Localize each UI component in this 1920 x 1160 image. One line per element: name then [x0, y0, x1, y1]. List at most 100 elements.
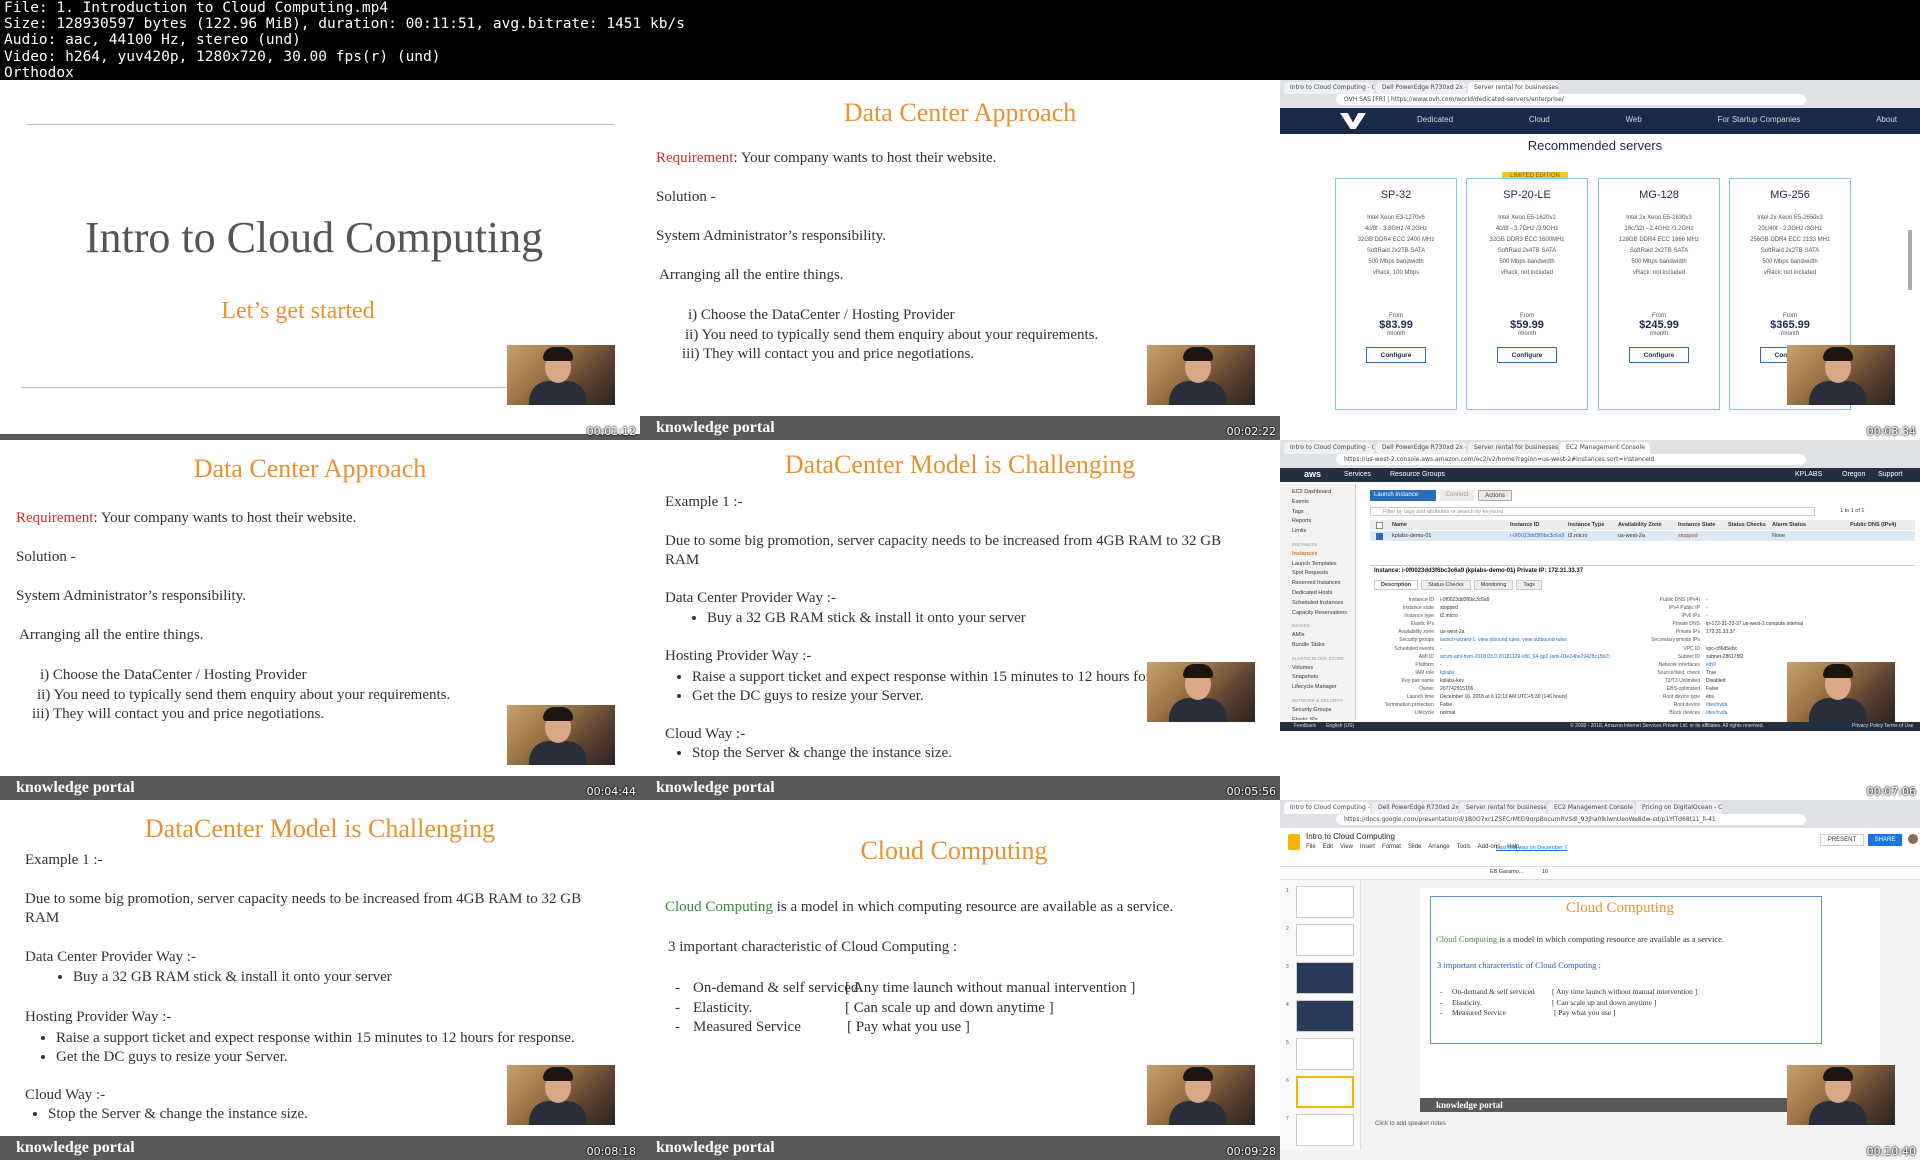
sidebar-item[interactable]: Spot Requests [1292, 569, 1355, 579]
menu-item[interactable]: Format [1382, 844, 1401, 850]
privacy-link[interactable]: Privacy Policy [1852, 722, 1883, 731]
services-menu[interactable]: Services [1344, 471, 1371, 478]
slide-thumbnail[interactable] [1296, 962, 1354, 994]
nav-startup[interactable]: For Startup Companies [1718, 115, 1801, 124]
connect-button[interactable]: Connect [1440, 490, 1474, 501]
sidebar-item[interactable]: Elastic IPs [1292, 716, 1355, 720]
slide-thumbnail[interactable] [1296, 1114, 1354, 1146]
sidebar-item[interactable]: Instances [1292, 550, 1355, 560]
configure-button[interactable]: Configure [1366, 347, 1426, 363]
column-header[interactable]: Public DNS (IPv4) [1850, 522, 1896, 528]
column-header[interactable]: Status Checks [1728, 522, 1766, 528]
sidebar-item[interactable]: Reserved Instances [1292, 579, 1355, 589]
slide-thumbnail[interactable] [1296, 1038, 1354, 1070]
slides-logo-icon[interactable] [1288, 834, 1300, 850]
browser-tab-active[interactable]: EC2 Management Console [1560, 442, 1650, 454]
browser-tab[interactable]: Dell PowerEdge R730xd 2x - 12 [1372, 802, 1458, 814]
browser-tab-active[interactable]: Server rental for businesses | O [1468, 82, 1558, 94]
avatar[interactable] [1908, 834, 1918, 844]
last-edit-link[interactable]: Last edit was on December 7 [1496, 845, 1567, 851]
field-value[interactable]: launch-wizard-1. view inbound rules. vie… [1440, 636, 1567, 644]
sidebar-item[interactable]: Capacity Reservations [1292, 609, 1355, 619]
table-row[interactable]: kplabs-demo-01 i-0f0023dd3f6bc3c6a9 t2.mic… [1370, 531, 1915, 541]
menu-item[interactable]: Edit [1323, 844, 1333, 850]
browser-tab[interactable]: Dell PowerEdge R730xd 2x - 12 [1376, 82, 1466, 94]
sidebar-item[interactable]: Lifecycle Manager [1292, 683, 1355, 693]
field-value[interactable]: /dev/xvda [1706, 709, 1727, 717]
document-title[interactable]: Intro to Cloud Computing [1306, 832, 1395, 841]
nav-about[interactable]: About [1876, 115, 1897, 124]
sidebar-item[interactable]: Tags [1292, 508, 1355, 518]
column-header[interactable]: Instance State [1678, 522, 1715, 528]
filter-input[interactable]: Filter by tags and attributes or search … [1370, 507, 1815, 516]
terms-link[interactable]: Terms of Use [1884, 722, 1913, 731]
browser-tab-active[interactable]: Intro to Cloud Computing - Goo [1284, 802, 1370, 814]
region-menu[interactable]: Oregon [1842, 471, 1865, 478]
detail-tab[interactable]: Status Checks [1421, 580, 1471, 590]
feedback-link[interactable]: Feedback [1294, 722, 1316, 731]
menu-item[interactable]: Insert [1360, 844, 1375, 850]
sidebar-item[interactable]: EC2 Dashboard [1292, 488, 1355, 498]
sidebar-item[interactable]: Security Groups [1292, 706, 1355, 716]
menu-item[interactable]: Arrange [1428, 844, 1449, 850]
browser-tab[interactable]: EC2 Management Console [1548, 802, 1634, 814]
sidebar-item[interactable]: Bundle Tasks [1292, 641, 1355, 651]
slide-thumbnail[interactable] [1296, 886, 1354, 918]
menu-item[interactable]: File [1306, 844, 1316, 850]
sidebar-item[interactable]: Scheduled Instances [1292, 599, 1355, 609]
select-all-checkbox[interactable] [1376, 522, 1383, 529]
address-bar[interactable]: https://us-west-2.console.aws.amazon.com… [1336, 454, 1806, 465]
column-header[interactable]: Alarm Status [1772, 522, 1806, 528]
row-checkbox[interactable] [1376, 533, 1383, 540]
browser-tab[interactable]: Pricing on DigitalOcean - Clou [1636, 802, 1722, 814]
font-selector[interactable]: EB Garamo... [1490, 869, 1523, 875]
launch-instance-button[interactable]: Launch Instance [1370, 490, 1436, 501]
column-header[interactable]: Instance ID [1510, 522, 1539, 528]
field-value[interactable]: kplabs [1440, 669, 1454, 677]
nav-cloud[interactable]: Cloud [1529, 115, 1550, 124]
detail-tab[interactable]: Tags [1516, 580, 1543, 590]
browser-tab[interactable]: Server rental for businesses | O [1460, 802, 1546, 814]
column-header[interactable]: Instance Type [1568, 522, 1604, 528]
address-bar[interactable]: https://docs.google.com/presentation/d/1… [1336, 814, 1806, 825]
menu-item[interactable]: View [1340, 844, 1353, 850]
address-bar[interactable]: OVH SAS [FR] | https://www.ovh.com/world… [1336, 94, 1806, 105]
detail-tab[interactable]: Description [1374, 580, 1419, 590]
browser-tab[interactable]: Intro to Cloud Computing - Goo [1284, 82, 1374, 94]
browser-tab[interactable]: Intro to Cloud Computing - Goo [1284, 442, 1374, 454]
column-header[interactable]: Name [1392, 522, 1407, 528]
sidebar-item[interactable]: Snapshots [1292, 673, 1355, 683]
field-value[interactable]: /dev/xvda [1706, 701, 1727, 709]
detail-tab[interactable]: Monitoring [1473, 580, 1514, 590]
slide-thumbnail[interactable] [1296, 1076, 1354, 1108]
browser-tab[interactable]: Dell PowerEdge R730xd 2x - 12 [1376, 442, 1466, 454]
configure-button[interactable]: Configure [1629, 347, 1689, 363]
nav-web[interactable]: Web [1626, 115, 1642, 124]
share-button[interactable]: SHARE [1868, 834, 1902, 846]
selected-textbox[interactable] [1430, 896, 1822, 1044]
menu-item[interactable]: Tools [1457, 844, 1471, 850]
slide-thumbnail[interactable] [1296, 924, 1354, 956]
column-header[interactable]: Availability Zone [1618, 522, 1662, 528]
configure-button[interactable]: Configure [1497, 347, 1557, 363]
sidebar-item[interactable]: Limits [1292, 527, 1355, 537]
speaker-notes-field[interactable]: Click to add speaker notes [1375, 1121, 1446, 1127]
sidebar-item[interactable]: Launch Templates [1292, 560, 1355, 570]
language-selector[interactable]: English (US) [1326, 722, 1354, 731]
menu-item[interactable]: Slide [1408, 844, 1421, 850]
present-button[interactable]: PRESENT [1820, 834, 1864, 846]
user-menu[interactable]: KPLABS [1795, 471, 1822, 478]
slide-thumbnail[interactable] [1296, 1000, 1354, 1032]
font-size-selector[interactable]: 16 [1542, 869, 1548, 875]
scrollbar[interactable] [1908, 230, 1912, 290]
ovh-logo-icon[interactable] [1340, 113, 1366, 129]
actions-button[interactable]: Actions [1478, 490, 1512, 501]
sidebar-item[interactable]: Reports [1292, 517, 1355, 527]
nav-dedicated[interactable]: Dedicated [1417, 115, 1453, 124]
sidebar-item[interactable]: AMIs [1292, 631, 1355, 641]
browser-tab[interactable]: Server rental for businesses | O [1468, 442, 1558, 454]
field-value[interactable]: eth0 [1706, 661, 1716, 669]
support-menu[interactable]: Support [1878, 471, 1903, 478]
sidebar-item[interactable]: Dedicated Hosts [1292, 589, 1355, 599]
field-value[interactable]: amzn-ami-hvm-2018.03.0.20181129-x86_64-g… [1440, 653, 1610, 661]
